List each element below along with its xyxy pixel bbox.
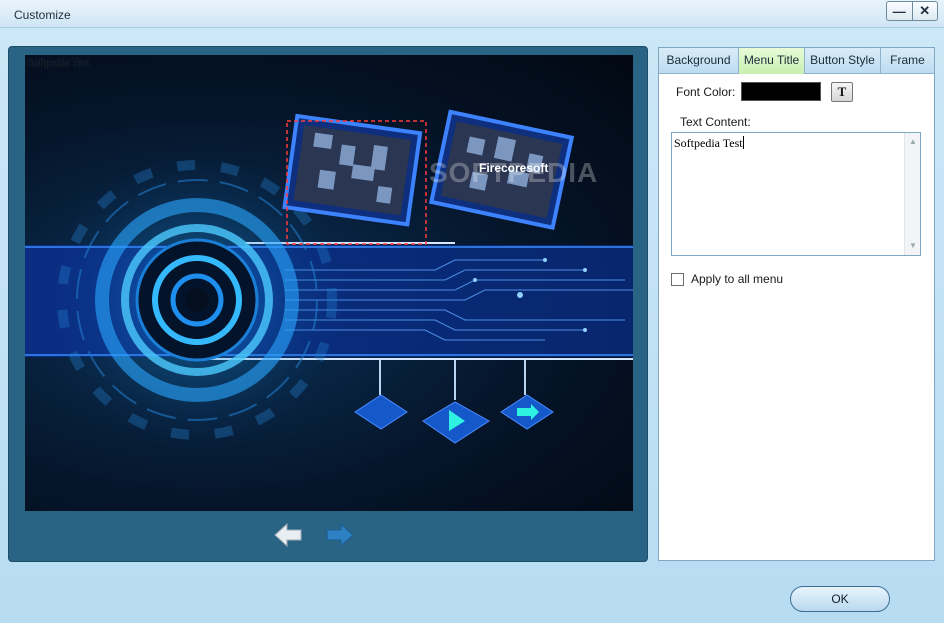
apply-to-all-checkbox[interactable] xyxy=(671,272,684,286)
ok-button[interactable]: OK xyxy=(790,586,890,612)
font-color-swatch[interactable] xyxy=(741,82,821,101)
font-settings-button[interactable]: T xyxy=(831,82,853,102)
text-caret xyxy=(742,136,744,149)
background-artwork xyxy=(25,109,633,450)
arrow-right-icon[interactable] xyxy=(325,521,355,549)
text-content-input[interactable]: Softpedia Test ▲ ▼ xyxy=(671,132,921,256)
font-color-label: Font Color: xyxy=(676,85,736,99)
window-controls: — ✕ xyxy=(886,1,938,21)
menu-button-play[interactable] xyxy=(422,401,490,444)
scroll-down-icon[interactable]: ▼ xyxy=(905,239,921,253)
apply-to-all-row: Apply to all menu xyxy=(671,272,783,286)
tab-menu-title[interactable]: Menu Title xyxy=(739,48,805,74)
tab-bar: Background Menu Title Button Style Frame xyxy=(659,48,934,74)
close-button[interactable]: ✕ xyxy=(911,2,938,20)
menu-button-1[interactable] xyxy=(354,394,408,430)
text-content-value: Softpedia Test xyxy=(674,136,744,150)
tab-frame[interactable]: Frame xyxy=(881,48,934,74)
arrow-left-icon[interactable] xyxy=(273,521,303,549)
window-title: Customize xyxy=(14,8,71,22)
minimize-button[interactable]: — xyxy=(887,2,912,20)
tab-background[interactable]: Background xyxy=(659,48,739,74)
menu-button-next[interactable] xyxy=(500,394,554,430)
watermark-text: SOFTPEDIA xyxy=(429,157,599,188)
chapter-thumbnail-1[interactable] xyxy=(282,113,423,227)
menu-title-text[interactable]: Softpedia Test xyxy=(27,57,90,69)
apply-to-all-label[interactable]: Apply to all menu xyxy=(691,272,783,286)
settings-panel: Background Menu Title Button Style Frame… xyxy=(658,47,935,561)
preview-panel: Softpedia Test Firecoresoft SOFTPEDIA xyxy=(8,46,648,562)
scroll-up-icon[interactable]: ▲ xyxy=(905,135,921,149)
tab-button-style[interactable]: Button Style xyxy=(805,48,881,74)
title-bar: Customize — ✕ xyxy=(0,0,944,28)
text-scrollbar[interactable]: ▲ ▼ xyxy=(904,133,920,255)
page-navigation xyxy=(273,521,363,551)
menu-preview-stage: Softpedia Test Firecoresoft SOFTPEDIA xyxy=(25,55,633,511)
text-content-label: Text Content: xyxy=(680,115,751,129)
